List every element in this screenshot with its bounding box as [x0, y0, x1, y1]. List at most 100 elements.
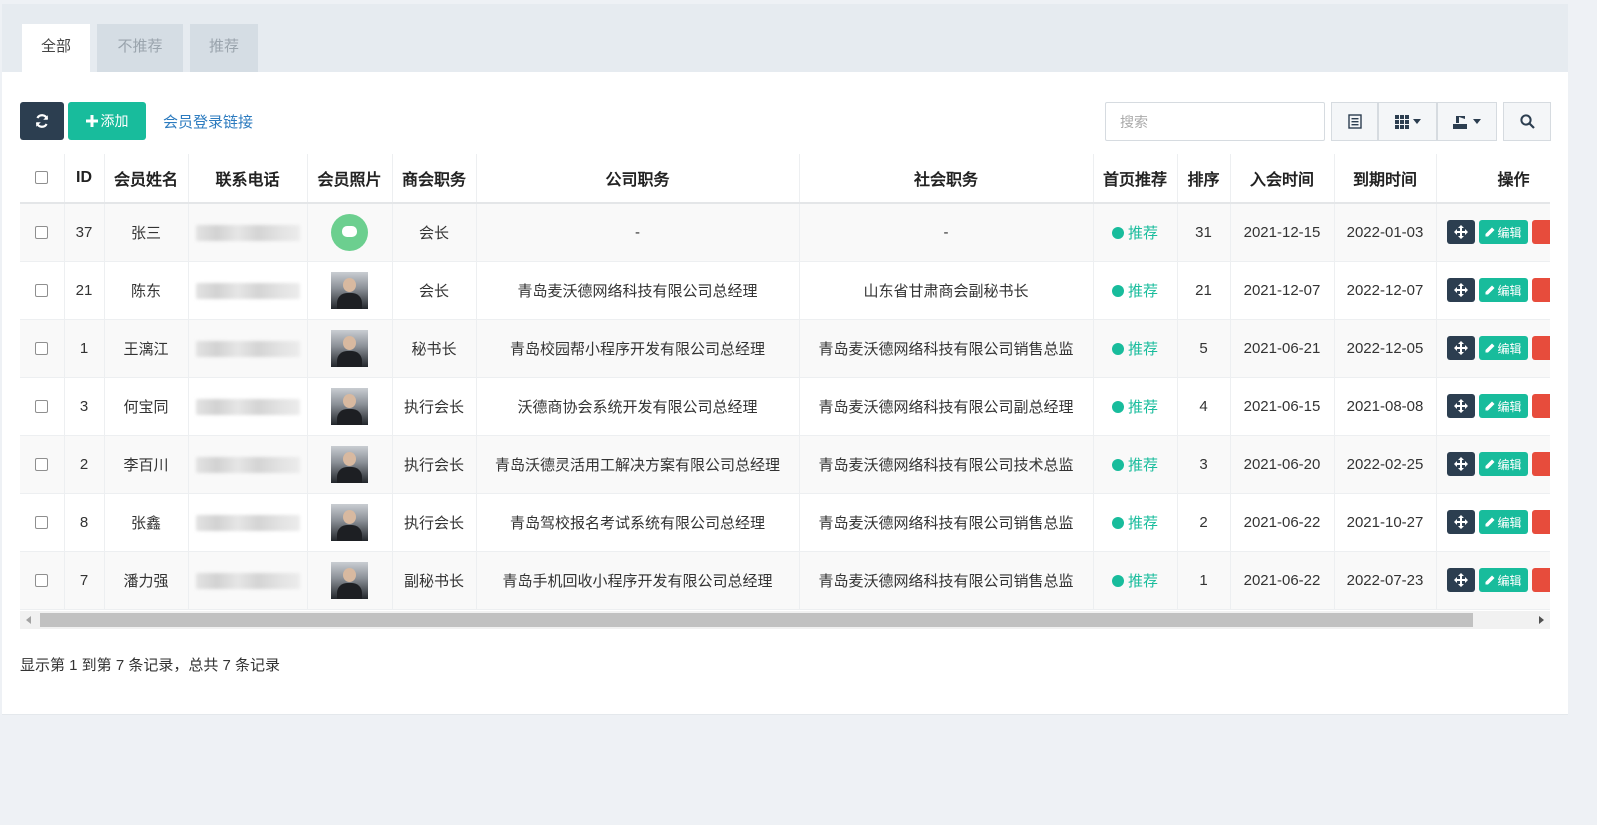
- delete-button[interactable]: [1531, 568, 1550, 592]
- member-photo[interactable]: [331, 445, 368, 483]
- column-header[interactable]: 会员照片: [307, 154, 393, 204]
- member-photo[interactable]: [331, 271, 368, 309]
- row-checkbox[interactable]: [35, 284, 49, 298]
- row-checkbox[interactable]: [35, 342, 49, 356]
- drag-sort-button[interactable]: [1446, 510, 1475, 534]
- columns-dropdown-button[interactable]: [1378, 102, 1437, 141]
- edit-button[interactable]: 编辑: [1478, 220, 1528, 245]
- delete-button[interactable]: [1531, 336, 1550, 360]
- cell-social-role: 山东省甘肃商会副秘书长: [799, 261, 1094, 320]
- member-photo[interactable]: [331, 561, 368, 599]
- column-header[interactable]: ID: [64, 154, 105, 204]
- member-login-link[interactable]: 会员登录链接: [163, 111, 253, 132]
- recommend-status[interactable]: 推荐: [1111, 573, 1158, 590]
- cell-company-role: 青岛手机回收小程序开发有限公司总经理: [476, 551, 800, 610]
- cell-recommend[interactable]: 推荐: [1093, 435, 1178, 494]
- delete-button[interactable]: [1531, 510, 1550, 534]
- row-select-cell[interactable]: [20, 203, 65, 262]
- cell-recommend[interactable]: 推荐: [1093, 551, 1178, 610]
- cell-join-date: 2021-06-22: [1230, 551, 1335, 610]
- column-header[interactable]: 排序: [1177, 154, 1231, 204]
- table-row: 2 李百川 执行会长 青岛沃德灵活用工解决方案有限公司总经理 青岛麦沃德网络科技有限公司…: [20, 435, 1550, 494]
- edit-button[interactable]: 编辑: [1478, 278, 1528, 302]
- cell-recommend[interactable]: 推荐: [1093, 203, 1178, 262]
- delete-button[interactable]: [1531, 394, 1550, 418]
- drag-sort-button[interactable]: [1446, 220, 1475, 245]
- row-checkbox[interactable]: [35, 400, 49, 414]
- member-photo[interactable]: [331, 329, 368, 367]
- scroll-left-icon[interactable]: [26, 616, 31, 624]
- recommend-status[interactable]: 推荐: [1111, 457, 1158, 474]
- cell-chamber-role: 秘书长: [392, 319, 477, 378]
- search-input[interactable]: [1105, 102, 1325, 141]
- member-photo[interactable]: [331, 387, 368, 425]
- row-checkbox[interactable]: [35, 516, 49, 530]
- tab-recommended[interactable]: 推荐: [190, 24, 258, 72]
- edit-button[interactable]: 编辑: [1478, 452, 1528, 476]
- edit-button[interactable]: 编辑: [1478, 568, 1528, 592]
- horizontal-scrollbar[interactable]: [20, 611, 1550, 629]
- cell-recommend[interactable]: 推荐: [1093, 493, 1178, 552]
- export-dropdown-button[interactable]: [1437, 102, 1497, 141]
- column-header[interactable]: 首页推荐: [1093, 154, 1178, 204]
- cell-expire-date: 2021-10-27: [1334, 493, 1437, 552]
- edit-button[interactable]: 编辑: [1478, 394, 1528, 418]
- add-button[interactable]: 添加: [68, 102, 146, 140]
- cell-recommend[interactable]: 推荐: [1093, 377, 1178, 436]
- tab-all[interactable]: 全部: [22, 24, 90, 72]
- edit-button[interactable]: 编辑: [1478, 510, 1528, 534]
- cell-actions: 编辑: [1436, 261, 1550, 320]
- column-header[interactable]: 到期时间: [1334, 154, 1437, 204]
- pagination-summary: 显示第 1 到第 7 条记录，总共 7 条记录: [20, 657, 281, 674]
- row-checkbox[interactable]: [35, 574, 49, 588]
- recommend-status[interactable]: 推荐: [1111, 341, 1158, 358]
- cell-company-role: 青岛麦沃德网络科技有限公司总经理: [476, 261, 800, 320]
- delete-button[interactable]: [1531, 278, 1550, 302]
- drag-sort-button[interactable]: [1446, 336, 1475, 360]
- cell-recommend[interactable]: 推荐: [1093, 261, 1178, 320]
- main-panel: 添加 会员登录链接 搜索 ID 会员姓名 联系电话 会员照片 商会职务 公司职务…: [2, 72, 1568, 715]
- cell-expire-date: 2022-12-07: [1334, 261, 1437, 320]
- recommend-status[interactable]: 推荐: [1111, 283, 1158, 300]
- status-dot-icon: [1111, 284, 1124, 297]
- row-checkbox[interactable]: [35, 458, 49, 472]
- row-select-cell[interactable]: [20, 319, 65, 378]
- row-select-cell[interactable]: [20, 551, 65, 610]
- list-view-icon: [1347, 114, 1362, 129]
- cell-expire-date: 2022-07-23: [1334, 551, 1437, 610]
- select-all-checkbox[interactable]: [35, 171, 49, 185]
- row-checkbox[interactable]: [35, 226, 49, 240]
- row-select-cell[interactable]: [20, 435, 65, 494]
- row-select-cell[interactable]: [20, 493, 65, 552]
- search-button[interactable]: [1503, 102, 1551, 141]
- drag-sort-button[interactable]: [1446, 394, 1475, 418]
- member-photo[interactable]: [331, 503, 368, 541]
- cell-join-date: 2021-06-15: [1230, 377, 1335, 436]
- tab-not-recommended[interactable]: 不推荐: [97, 24, 183, 72]
- column-header[interactable]: 商会职务: [392, 154, 477, 204]
- column-header[interactable]: 入会时间: [1230, 154, 1335, 204]
- delete-button[interactable]: [1531, 452, 1550, 476]
- recommend-status[interactable]: 推荐: [1111, 225, 1158, 242]
- drag-sort-button[interactable]: [1446, 452, 1475, 476]
- column-header[interactable]: 社会职务: [799, 154, 1094, 204]
- column-header[interactable]: 联系电话: [188, 154, 308, 204]
- row-select-cell[interactable]: [20, 261, 65, 320]
- recommend-status[interactable]: 推荐: [1111, 515, 1158, 532]
- column-header[interactable]: 会员姓名: [104, 154, 189, 204]
- recommend-status[interactable]: 推荐: [1111, 399, 1158, 416]
- column-header[interactable]: 公司职务: [476, 154, 800, 204]
- select-all-header[interactable]: [20, 154, 65, 204]
- row-select-cell[interactable]: [20, 377, 65, 436]
- scrollbar-thumb[interactable]: [40, 613, 1473, 627]
- drag-sort-button[interactable]: [1446, 278, 1475, 302]
- toggle-view-button[interactable]: [1331, 102, 1378, 141]
- cell-recommend[interactable]: 推荐: [1093, 319, 1178, 378]
- edit-button[interactable]: 编辑: [1478, 336, 1528, 360]
- delete-button[interactable]: [1531, 220, 1550, 245]
- refresh-button[interactable]: [20, 102, 64, 140]
- scroll-right-icon[interactable]: [1539, 616, 1544, 624]
- avatar-icon[interactable]: [331, 213, 368, 251]
- drag-sort-button[interactable]: [1446, 568, 1475, 592]
- cell-join-date: 2021-06-21: [1230, 319, 1335, 378]
